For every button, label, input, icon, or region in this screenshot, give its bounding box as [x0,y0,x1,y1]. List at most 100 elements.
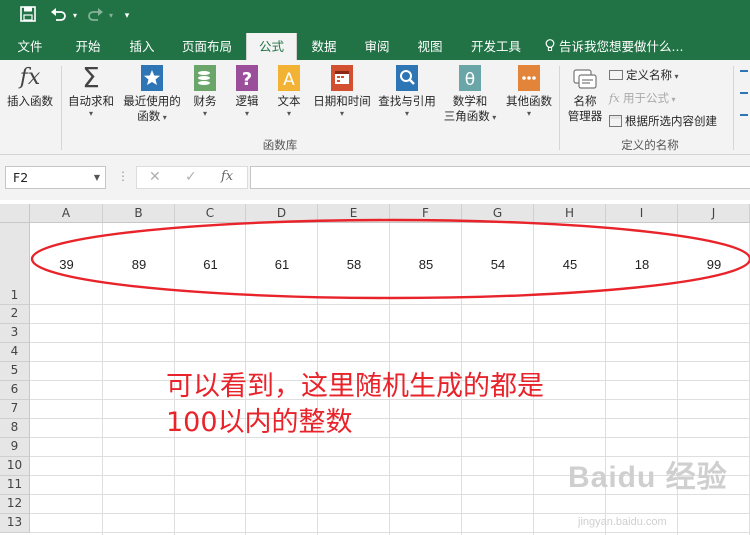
cancel-icon[interactable]: ✕ [149,169,161,185]
redo-icon [86,6,106,26]
insert-function-icon[interactable]: fx [221,169,233,184]
cell-G1[interactable]: 54 [462,255,534,275]
chevron-down-icon: ▾ [339,109,344,118]
column-header[interactable]: G [462,204,534,223]
tab-formulas[interactable]: 公式 [246,33,297,60]
create-from-selection-button[interactable]: 根据所选内容创建 [609,112,717,130]
use-in-formula-button: fx 用于公式 ▾ [609,91,676,105]
undo-dropdown-icon[interactable]: ▾ [70,6,80,26]
formula-auditing-partial-icons[interactable] [740,66,750,126]
row-header[interactable]: 3 [0,324,30,343]
tab-developer[interactable]: 开发工具 [464,33,528,60]
question-book-icon: ? [233,64,261,92]
row-header[interactable]: 8 [0,419,30,438]
watermark: Baidu 经验 [568,461,728,494]
define-name-button[interactable]: 定义名称 ▾ [609,66,679,84]
tab-page-layout[interactable]: 页面布局 [175,33,239,60]
cell-D1[interactable]: 61 [246,255,318,275]
column-header[interactable]: F [390,204,462,223]
math-trig-button[interactable]: θ 数学和 三角函数 ▾ [440,64,500,125]
row-header[interactable]: 12 [0,495,30,514]
name-box-value: F2 [13,170,29,185]
row-header[interactable]: 13 [0,514,30,533]
chevron-down-icon: ▾ [88,109,93,118]
formula-bar-buttons: ✕ ✓ fx [136,166,248,189]
formula-input[interactable] [250,166,750,189]
name-manager-button[interactable]: 名称 管理器 [563,64,607,124]
row-header[interactable]: 11 [0,476,30,495]
cell-A1[interactable]: 39 [30,255,103,275]
row-header[interactable]: 7 [0,400,30,419]
ribbon-formulas: fx 插入函数 Σ 自动求和 ▾ 最近使用的 函数 ▾ 财务 ▾ ? 逻辑 ▾ … [0,60,750,155]
datetime-button[interactable]: 日期和时间 ▾ [310,64,374,119]
column-header[interactable]: H [534,204,606,223]
cell-F1[interactable]: 85 [390,255,462,275]
enter-icon[interactable]: ✓ [185,169,197,185]
row-header[interactable]: 1 [0,223,30,305]
column-header[interactable]: B [103,204,175,223]
logical-label: 逻辑 [235,94,259,108]
column-header[interactable]: C [175,204,246,223]
more-functions-button[interactable]: 其他函数 ▾ [502,64,556,119]
insert-function-label: 插入函数 [7,94,53,108]
search-book-icon [393,64,421,92]
chevron-down-icon[interactable]: ▼ [94,167,100,188]
column-header[interactable]: D [246,204,318,223]
annotation-line-1: 可以看到，这里随机生成的都是 [166,371,544,402]
theta-book-icon: θ [456,64,484,92]
star-book-icon [138,64,166,92]
column-header[interactable]: I [606,204,678,223]
select-all-corner[interactable] [0,204,30,223]
cell-E1[interactable]: 58 [318,255,390,275]
recent-functions-button[interactable]: 最近使用的 函数 ▾ [119,64,185,125]
tab-review[interactable]: 审阅 [357,33,397,60]
cell-H1[interactable]: 45 [534,255,606,275]
undo-icon[interactable] [50,6,70,26]
tab-data[interactable]: 数据 [304,33,344,60]
svg-text:θ: θ [465,70,475,90]
autosum-button[interactable]: Σ 自动求和 ▾ [64,64,118,119]
column-header[interactable]: A [30,204,103,223]
create-from-selection-label: 根据所选内容创建 [625,114,717,128]
tab-view[interactable]: 视图 [410,33,450,60]
row-header[interactable]: 10 [0,457,30,476]
tell-me-search[interactable]: 告诉我您想要做什么... [545,33,695,60]
row-header[interactable]: 4 [0,343,30,362]
use-in-formula-label: 用于公式 [623,91,669,105]
math-label-2: 三角函数 [443,109,490,123]
svg-text:?: ? [242,69,252,90]
tab-home[interactable]: 开始 [66,33,110,60]
tab-insert[interactable]: 插入 [120,33,164,60]
save-icon[interactable] [20,6,40,26]
chevron-down-icon: ▾ [244,109,249,118]
annotation-text: 可以看到，这里随机生成的都是 100以内的整数 [166,369,544,441]
tab-file[interactable]: 文件 [10,33,50,60]
cell-J1[interactable]: 99 [678,255,750,275]
svg-text:A: A [283,70,295,90]
text-book-icon: A [275,64,303,92]
formula-bar-grip[interactable]: ⋮ [117,169,129,183]
row-header[interactable]: 5 [0,362,30,381]
defined-names-label: 定义的名称 [621,138,679,152]
row-header[interactable]: 2 [0,305,30,324]
lookup-button[interactable]: 查找与引用 ▾ [375,64,439,119]
row-header[interactable]: 9 [0,438,30,457]
sigma-icon: Σ [82,61,100,94]
column-header[interactable]: E [318,204,390,223]
cell-C1[interactable]: 61 [175,255,246,275]
logical-button[interactable]: ? 逻辑 ▾ [229,64,265,119]
create-from-selection-icon [609,115,622,127]
formula-bar: F2 ▼ ⋮ ✕ ✓ fx [0,155,750,200]
cell-B1[interactable]: 89 [103,255,175,275]
column-header[interactable]: J [678,204,750,223]
cell-I1[interactable]: 18 [606,255,678,275]
name-tag-icon [571,64,599,92]
lookup-label: 查找与引用 [378,94,436,108]
more-label: 其他函数 [506,94,552,108]
text-functions-button[interactable]: A 文本 ▾ [271,64,307,119]
row-header[interactable]: 6 [0,381,30,400]
name-box[interactable]: F2 ▼ [5,166,106,189]
insert-function-button[interactable]: fx 插入函数 [3,64,57,109]
financial-button[interactable]: 财务 ▾ [187,64,223,119]
customize-qat-icon[interactable]: ▾ [121,6,133,26]
